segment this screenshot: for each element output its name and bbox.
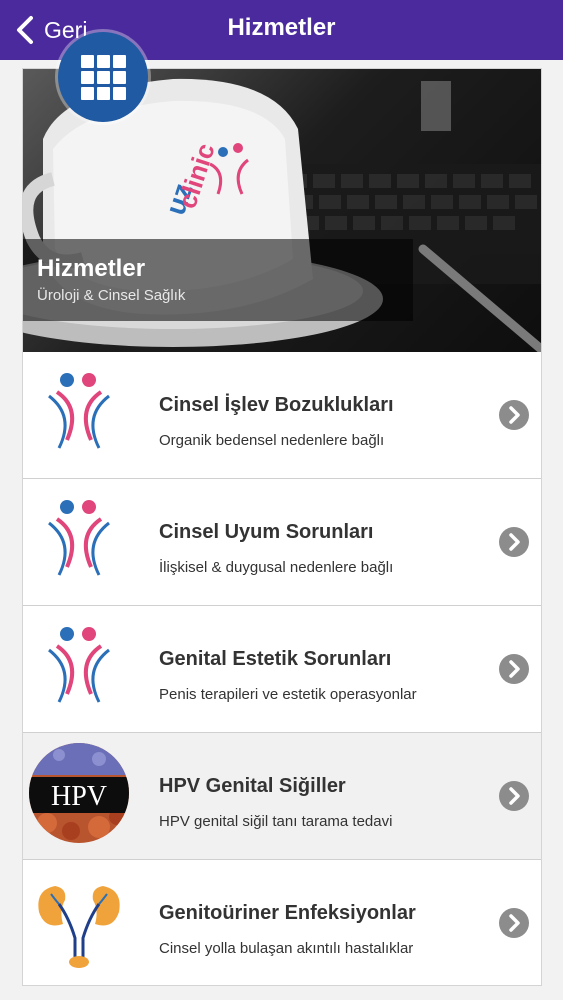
hero-title: Hizmetler xyxy=(37,255,146,282)
service-item-cinsel-uyum[interactable]: Cinsel Uyum Sorunları İlişkisel & duygus… xyxy=(23,479,541,606)
service-title: Genitoüriner Enfeksiyonlar xyxy=(159,902,416,924)
services-list: Cinsel İşlev Bozuklukları Organik bedens… xyxy=(23,352,541,985)
couple-logo-icon xyxy=(29,614,129,718)
grid-icon xyxy=(81,55,126,100)
chevron-right-icon[interactable] xyxy=(499,781,529,811)
couple-logo-icon xyxy=(29,487,129,591)
kidney-icon xyxy=(29,868,129,972)
service-title: Genital Estetik Sorunları xyxy=(159,648,392,670)
chevron-right-icon[interactable] xyxy=(499,527,529,557)
hpv-icon: HPV xyxy=(29,741,129,845)
service-subtitle: Organik bedensel nedenlere bağlı xyxy=(159,432,385,449)
service-item-genitouriner[interactable]: Genitoüriner Enfeksiyonlar Cinsel yolla … xyxy=(23,860,541,985)
chevron-right-icon[interactable] xyxy=(499,400,529,430)
grid-menu-button[interactable] xyxy=(58,32,148,122)
service-item-genital-estetik[interactable]: Genital Estetik Sorunları Penis terapile… xyxy=(23,606,541,733)
couple-logo-icon xyxy=(29,360,129,464)
service-subtitle: İlişkisel & duygusal nedenlere bağlı xyxy=(159,559,394,576)
service-item-hpv[interactable]: HPV HPV Genital Siğiller HPV genital siğ… xyxy=(23,733,541,860)
hero-subtitle: Üroloji & Cinsel Sağlık xyxy=(37,287,186,304)
services-card: uz clinic Hizmetler Üroloji & Cinsel Sağ… xyxy=(22,68,542,986)
svg-text:HPV: HPV xyxy=(51,781,107,812)
service-title: Cinsel Uyum Sorunları xyxy=(159,521,374,543)
uzclinic-logo: uz clinic xyxy=(159,140,249,219)
svg-text:clinic: clinic xyxy=(172,140,221,213)
service-subtitle: HPV genital siğil tanı tarama tedavi xyxy=(159,813,393,830)
chevron-right-icon[interactable] xyxy=(499,654,529,684)
service-title: HPV Genital Siğiller xyxy=(159,775,346,797)
chevron-right-icon[interactable] xyxy=(499,908,529,938)
service-item-cinsel-islev[interactable]: Cinsel İşlev Bozuklukları Organik bedens… xyxy=(23,352,541,479)
service-subtitle: Penis terapileri ve estetik operasyonlar xyxy=(159,686,417,703)
service-subtitle: Cinsel yolla bulaşan akıntılı hastalıkla… xyxy=(159,940,414,957)
service-title: Cinsel İşlev Bozuklukları xyxy=(159,394,394,416)
